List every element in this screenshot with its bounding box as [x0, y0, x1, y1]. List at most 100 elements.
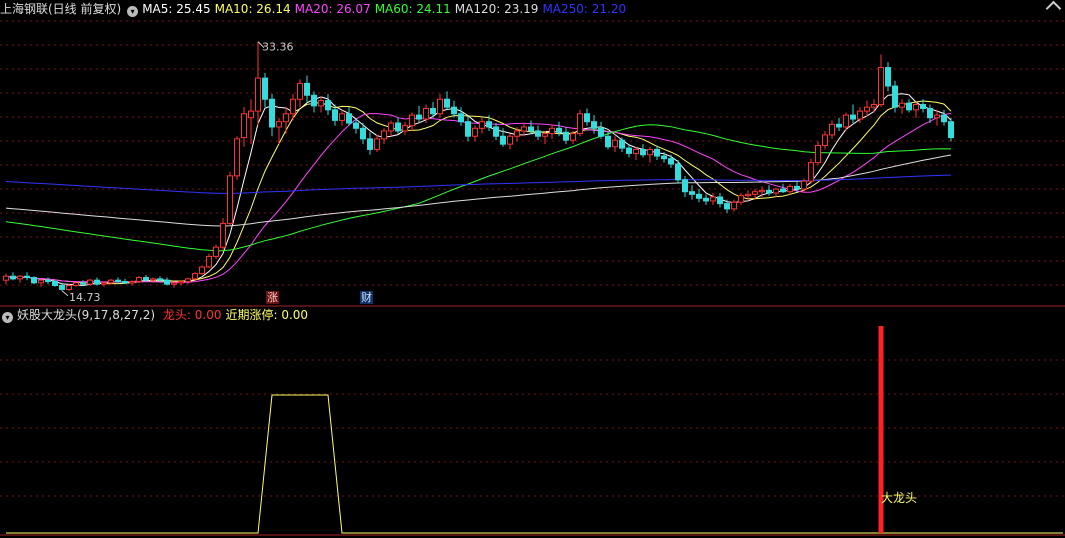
candle-body: [241, 113, 247, 139]
candle-body: [549, 127, 555, 135]
candle-body: [703, 197, 709, 202]
candle-body: [906, 102, 912, 111]
zhangting-badge[interactable]: 涨: [266, 291, 279, 304]
candle-body: [374, 138, 380, 150]
candle-body: [458, 113, 464, 123]
candle-body: [157, 278, 163, 281]
candle-body: [577, 113, 583, 135]
ma-legend-item: MA60: 24.11: [374, 2, 451, 16]
candle-body: [479, 121, 485, 129]
candle-body: [451, 106, 457, 115]
candle-body: [325, 100, 331, 111]
candle-body: [213, 246, 219, 257]
candle-body: [388, 122, 394, 132]
candle-body: [934, 114, 940, 119]
candle-body: [87, 279, 93, 285]
candle-body: [94, 279, 100, 285]
candle-body: [444, 98, 450, 108]
candle-body: [633, 148, 639, 154]
candle-body: [556, 127, 562, 133]
candle-body: [66, 284, 72, 290]
candle-body: [598, 127, 604, 137]
candle-body: [80, 282, 86, 285]
candle-body: [738, 195, 744, 203]
candle-body: [717, 196, 723, 205]
candle-body: [164, 279, 170, 285]
candle-body: [801, 180, 807, 190]
candle-body: [871, 104, 877, 108]
candle-body: [941, 114, 947, 123]
candle-body: [255, 77, 261, 112]
candle-body: [437, 98, 443, 115]
candle-body: [360, 127, 366, 140]
candle-body: [143, 277, 149, 281]
candle-body: [773, 188, 779, 194]
candle-body: [122, 281, 128, 284]
candle-body: [318, 100, 324, 107]
candle-body: [885, 67, 891, 87]
candle-body: [668, 158, 674, 165]
ma-legend-item: MA10: 26.14: [214, 2, 291, 16]
candle-body: [570, 133, 576, 141]
candle-body: [514, 130, 520, 137]
candle-body: [619, 139, 625, 149]
candle-body: [920, 104, 926, 109]
candle-body: [395, 122, 401, 132]
candle-body: [682, 179, 688, 193]
settings-circle-icon[interactable]: ▾: [127, 6, 139, 17]
candle-body: [486, 121, 492, 128]
candle-body: [696, 193, 702, 199]
candle-body: [892, 85, 898, 108]
candle-body: [31, 277, 37, 284]
candle-body: [192, 273, 198, 280]
candle-body: [612, 139, 618, 148]
candle-body: [45, 279, 51, 283]
candle-body: [948, 121, 954, 139]
candle-body: [171, 282, 177, 285]
candle-body: [794, 185, 800, 190]
candle-body: [745, 193, 751, 197]
indicator-settings-icon[interactable]: ▾: [2, 312, 13, 323]
candle-body: [472, 127, 478, 137]
candle-body: [206, 255, 212, 268]
candle-body: [339, 113, 345, 121]
candle-body: [227, 175, 233, 224]
candle-body: [521, 126, 527, 132]
candle-body: [332, 109, 338, 121]
candle-body: [430, 107, 436, 115]
candle-body: [857, 110, 863, 120]
candle-body: [493, 126, 499, 137]
candle-body: [864, 106, 870, 112]
candle-body: [878, 67, 884, 106]
ma-legend-item: MA20: 26.07: [294, 2, 371, 16]
candle-body: [787, 185, 793, 193]
indicator-value-item: 近期涨停: 0.00: [225, 308, 309, 322]
candle-body: [304, 82, 310, 96]
candle-body: [129, 281, 135, 284]
candle-body: [654, 148, 660, 157]
candle-body: [101, 282, 107, 285]
candle-body: [38, 279, 44, 284]
indicator-values: 龙头: 0.00 近期涨停: 0.00: [163, 308, 312, 322]
candle-body: [850, 114, 856, 120]
candle-body: [262, 77, 268, 100]
ma20-line: [5, 112, 952, 283]
candle-body: [640, 148, 646, 156]
candle-body: [710, 196, 716, 202]
candle-body: [297, 82, 303, 100]
candle-body: [346, 113, 352, 124]
candle-body: [899, 102, 905, 108]
candle-body: [752, 191, 758, 195]
candle-body: [353, 122, 359, 129]
candle-body: [675, 163, 681, 181]
low-annotation-arrow: [61, 290, 69, 297]
candle-body: [283, 113, 289, 123]
candle-body: [815, 144, 821, 164]
candle-body: [311, 94, 317, 107]
caibao-badge[interactable]: 财: [360, 291, 373, 304]
price-chart-svg[interactable]: 33.36 14.73 大龙头: [0, 0, 1065, 538]
candle-body: [528, 126, 534, 132]
dalongtou-signal-label: 大龙头: [881, 491, 917, 505]
candle-body: [542, 133, 548, 137]
candle-body: [836, 123, 842, 128]
